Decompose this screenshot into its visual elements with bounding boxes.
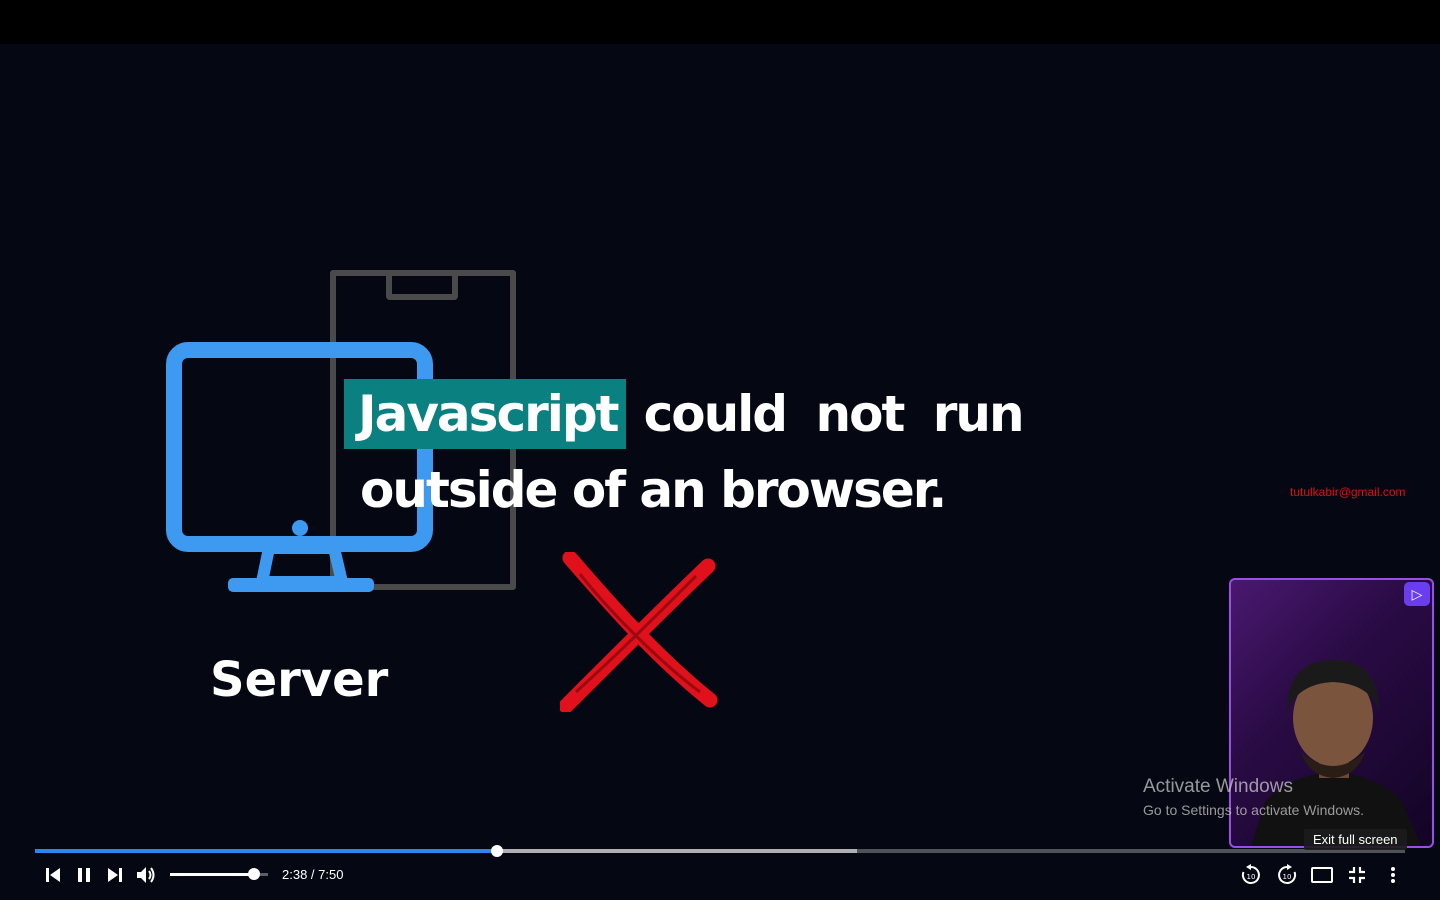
cross-mark-icon xyxy=(560,552,718,712)
phone-notch xyxy=(386,270,458,300)
volume-knob[interactable] xyxy=(248,868,261,880)
played-bar xyxy=(35,849,497,853)
email-watermark: tutulkabir@gmail.com xyxy=(1290,485,1406,499)
headline-line2: outside of an browser. xyxy=(360,461,947,519)
exit-fullscreen-tooltip: Exit full screen xyxy=(1304,829,1407,850)
volume-button[interactable] xyxy=(131,860,161,890)
svg-text:10: 10 xyxy=(1247,873,1256,881)
scrubber-handle[interactable] xyxy=(490,845,503,857)
volume-fill xyxy=(170,873,255,876)
activate-subtitle: Go to Settings to activate Windows. xyxy=(1143,802,1364,818)
exit-fullscreen-button[interactable] xyxy=(1342,860,1372,890)
svg-text:10: 10 xyxy=(1283,873,1292,881)
server-label: Server xyxy=(210,652,389,708)
headline-rest: could not run xyxy=(643,385,1025,443)
rewind-10-icon: 10 xyxy=(1241,864,1260,884)
rewind-10-button[interactable]: 10 xyxy=(1236,860,1266,890)
more-vert-icon xyxy=(1391,867,1395,883)
headline: Javascript could not run outside of an b… xyxy=(344,379,1025,525)
volume-slider[interactable] xyxy=(170,868,268,880)
video-player[interactable]: Javascript could not run outside of an b… xyxy=(0,0,1440,900)
headline-highlight: Javascript xyxy=(344,379,626,449)
forward-10-icon: 10 xyxy=(1278,864,1297,884)
theater-mode-icon xyxy=(1311,867,1333,883)
activate-title: Activate Windows xyxy=(1143,776,1293,797)
exit-fullscreen-icon xyxy=(1349,867,1365,883)
time-display: 2:38 / 7:50 xyxy=(282,867,344,882)
next-button[interactable] xyxy=(100,860,130,890)
control-bar: 2:38 / 7:50 10 10 xyxy=(0,860,1440,890)
more-options-button[interactable] xyxy=(1378,860,1408,890)
video-frame[interactable]: Javascript could not run outside of an b… xyxy=(0,44,1440,900)
play-badge-icon: ▷ xyxy=(1404,582,1430,606)
progress-bar[interactable] xyxy=(35,845,1405,857)
skip-previous-icon xyxy=(46,868,60,882)
activate-windows-watermark: Activate Windows Go to Settings to activ… xyxy=(1143,776,1364,818)
skip-next-icon xyxy=(108,868,122,882)
volume-icon xyxy=(137,867,155,883)
forward-10-button[interactable]: 10 xyxy=(1272,860,1302,890)
previous-button[interactable] xyxy=(38,860,68,890)
theater-mode-button[interactable] xyxy=(1307,860,1337,890)
pause-button[interactable] xyxy=(69,860,99,890)
pause-icon xyxy=(78,868,90,882)
